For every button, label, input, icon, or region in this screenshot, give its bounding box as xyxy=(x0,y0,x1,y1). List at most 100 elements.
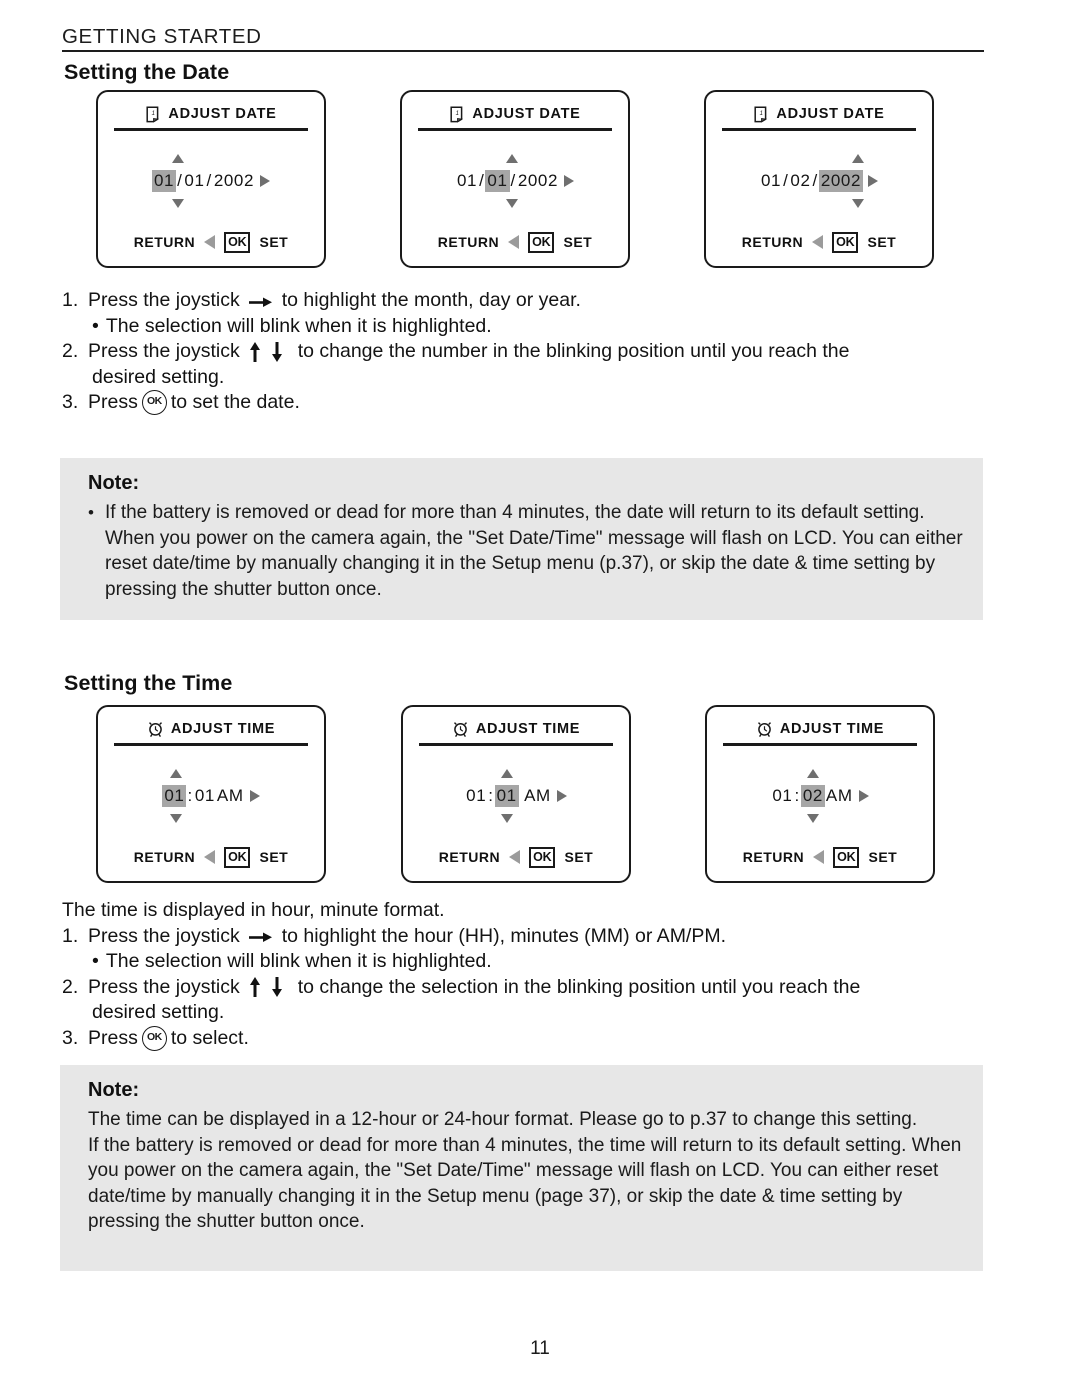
date-step-3: 3. Press OK to set the date. xyxy=(62,390,982,416)
date-day-segment[interactable]: 02 xyxy=(789,170,811,192)
lcd-screen-adjust-date-3: 1 ADJUST DATE 01 / 02 / 2002 RETURN OK S… xyxy=(704,90,934,268)
svg-text:1: 1 xyxy=(152,111,155,117)
ok-key-icon[interactable]: OK xyxy=(224,846,251,868)
lcd-divider xyxy=(419,743,613,746)
date-year-segment[interactable]: 2002 xyxy=(213,170,255,192)
ok-key-icon[interactable]: OK xyxy=(529,846,556,868)
lcd-title: ADJUST DATE xyxy=(776,106,885,122)
calendar-icon: 1 xyxy=(449,105,465,123)
arrow-left-icon xyxy=(204,235,216,250)
ok-button-icon: OK xyxy=(141,390,167,416)
time-meridiem-segment[interactable]: AM xyxy=(825,785,854,807)
arrow-right-icon xyxy=(868,175,879,187)
time-step-2-continuation: desired setting. xyxy=(92,1001,225,1023)
date-step-1: 1. Press the joystick to highlight the mo… xyxy=(62,288,982,314)
lcd-value-row: 01 / 01 / 2002 xyxy=(402,154,628,208)
step-text-pre: Press the joystick xyxy=(88,340,240,362)
arrow-left-icon xyxy=(508,235,520,250)
step-text-pre: Press the joystick xyxy=(88,289,240,311)
time-minute-segment[interactable]: 02 xyxy=(800,785,825,807)
step-text: Press the joystick to highlight the month… xyxy=(88,288,982,314)
time-hour-segment[interactable]: 01 xyxy=(162,785,187,807)
arrow-right-icon xyxy=(248,294,274,308)
caret-up-icon xyxy=(171,154,184,163)
note-bullet-item: • If the battery is removed or dead for … xyxy=(88,500,963,602)
time-separator: : xyxy=(488,786,494,805)
step-text-pre: Press the joystick xyxy=(88,975,240,998)
svg-text:1: 1 xyxy=(760,111,763,117)
lcd-footer: RETURN OK SET xyxy=(402,231,628,253)
arrow-right-icon xyxy=(249,790,260,802)
lcd-footer: RETURN OK SET xyxy=(706,231,932,253)
date-year-segment[interactable]: 2002 xyxy=(818,170,864,192)
time-separator: : xyxy=(187,786,193,805)
ok-key-icon[interactable]: OK xyxy=(528,231,555,253)
date-day-segment[interactable]: 01 xyxy=(183,170,205,192)
caret-up-icon xyxy=(505,154,518,163)
date-month-segment[interactable]: 01 xyxy=(151,170,177,192)
date-month-segment[interactable]: 01 xyxy=(760,170,782,192)
time-meridiem-segment[interactable]: AM xyxy=(216,785,245,807)
time-meridiem-segment[interactable]: AM xyxy=(519,785,552,807)
lcd-footer: RETURN OK SET xyxy=(98,846,324,868)
step-text-post: to highlight the month, day or year. xyxy=(281,289,581,311)
time-step-1: 1. Press the joystick to highlight the ho… xyxy=(62,924,992,950)
lcd-title: ADJUST TIME xyxy=(779,721,885,737)
page-number: 11 xyxy=(530,1338,550,1359)
return-label: RETURN xyxy=(742,849,805,866)
step-number: 2. xyxy=(62,975,79,998)
lcd-value-row: 01 : 01 AM xyxy=(403,769,629,823)
ok-key-icon[interactable]: OK xyxy=(832,231,859,253)
step-text-post: to highlight the hour (HH), minutes (MM)… xyxy=(281,924,727,947)
set-label: SET xyxy=(259,234,289,251)
date-step-2: 2. Press the joystick to change the numbe… xyxy=(62,339,982,365)
note-paragraph-1: The time can be displayed in a 12-hour o… xyxy=(88,1109,918,1130)
date-month-segment[interactable]: 01 xyxy=(456,170,478,192)
caret-down-icon xyxy=(171,199,184,208)
time-minute-segment[interactable]: 01 xyxy=(194,785,216,807)
time-minute-segment[interactable]: 01 xyxy=(494,785,519,807)
caret-up-icon xyxy=(501,769,514,778)
lcd-divider xyxy=(722,128,916,131)
substep-text: The selection will blink when it is high… xyxy=(105,314,492,337)
ok-key-icon[interactable]: OK xyxy=(833,846,860,868)
step-number: 3. xyxy=(62,1026,79,1049)
lcd-screen-adjust-time-3: ADJUST TIME 01 : 02 AM RETURN OK SET xyxy=(705,705,935,883)
step-text: Press OK to set the date. xyxy=(88,390,982,416)
step-text-pre: Press xyxy=(88,391,138,413)
time-instruction-list: The time is displayed in hour, minute fo… xyxy=(62,898,992,1051)
note-paragraph-2: If the battery is removed or dead for mo… xyxy=(88,1134,962,1233)
substep-text: The selection will blink when it is high… xyxy=(105,950,492,972)
alarm-clock-icon xyxy=(147,721,164,738)
lcd-value-row: 01 / 01 / 2002 xyxy=(98,154,324,208)
lcd-screen-adjust-time-2: ADJUST TIME 01 : 01 AM RETURN OK SET xyxy=(401,705,631,883)
date-value: 01 / 02 / 2002 xyxy=(760,154,879,208)
date-separator-1: / xyxy=(783,171,789,190)
date-day-segment[interactable]: 01 xyxy=(485,170,510,192)
date-instruction-list: 1. Press the joystick to highlight the mo… xyxy=(62,288,982,416)
bullet-icon: • xyxy=(92,950,99,972)
lcd-divider xyxy=(723,743,917,746)
note-text: If the battery is removed or dead for mo… xyxy=(105,502,963,600)
lcd-header: 1 ADJUST DATE xyxy=(402,103,628,125)
time-value: 01 : 02 AM xyxy=(771,769,869,823)
lcd-divider xyxy=(418,128,612,131)
date-separator-2: / xyxy=(206,171,212,190)
time-separator: : xyxy=(794,786,800,805)
caret-down-icon xyxy=(501,814,514,823)
step-number: 3. xyxy=(62,391,79,413)
lcd-screen-adjust-date-2: 1 ADJUST DATE 01 / 01 / 2002 RETURN OK S… xyxy=(400,90,630,268)
time-hour-segment[interactable]: 01 xyxy=(771,785,793,807)
step-text-post: to set the date. xyxy=(170,391,300,413)
step-number: 1. xyxy=(62,924,79,947)
step-text: Press OK to select. xyxy=(88,1025,992,1052)
bullet-icon: • xyxy=(88,503,94,522)
time-substep-1: • The selection will blink when it is hig… xyxy=(62,949,992,975)
date-separator-1: / xyxy=(479,171,485,190)
time-hour-segment[interactable]: 01 xyxy=(465,785,487,807)
date-year-segment[interactable]: 2002 xyxy=(517,170,559,192)
ok-key-icon[interactable]: OK xyxy=(224,231,251,253)
step-text: Press the joystick to change the number i… xyxy=(88,339,982,365)
lcd-divider xyxy=(114,128,308,131)
step-text-pre: Press the joystick xyxy=(88,924,240,947)
